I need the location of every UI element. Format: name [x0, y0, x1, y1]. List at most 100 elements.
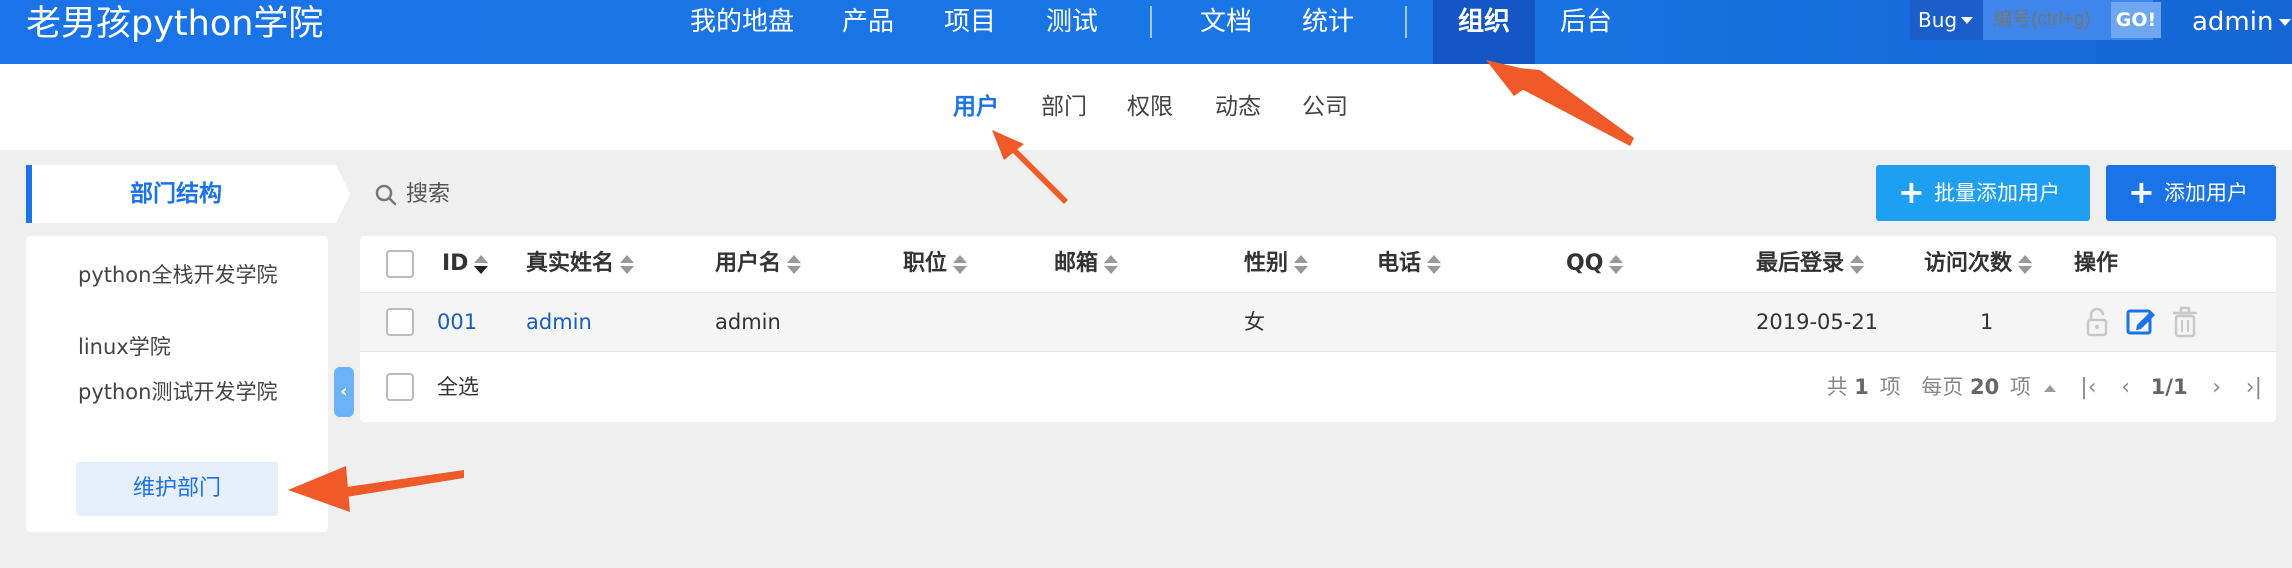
cell-gender: 女	[1244, 310, 1265, 334]
first-page-icon[interactable]: |‹	[2080, 375, 2096, 400]
search-go-button[interactable]: GO!	[2111, 2, 2161, 38]
nav-organization[interactable]: 组织	[1458, 0, 1510, 44]
column-header-label: 职位	[903, 251, 948, 276]
lock-icon[interactable]	[2080, 305, 2114, 339]
pager-per-page-suffix: 项	[2009, 375, 2031, 399]
search-icon	[375, 184, 397, 206]
department-tree: python全栈开发学院 linux学院 python测试开发学院 维护部门	[26, 236, 328, 532]
last-page-icon[interactable]: ›|	[2246, 375, 2262, 400]
subnav-users[interactable]: 用户	[953, 90, 999, 124]
column-header-label: 性别	[1244, 251, 1289, 276]
table-row: 001 admin admin 女 2019-05-21 1	[360, 292, 2276, 352]
list-search-toggle[interactable]: 搜索	[374, 178, 450, 212]
sort-desc-icon	[474, 254, 489, 274]
column-header-position[interactable]: 职位	[903, 236, 968, 292]
search-type-select[interactable]: Bug	[1910, 0, 1983, 40]
pager-total: 1	[1854, 375, 1869, 399]
column-header-visits[interactable]: 访问次数	[1924, 236, 2033, 292]
column-header-email[interactable]: 邮箱	[1054, 236, 1119, 292]
department-item[interactable]: python全栈开发学院	[78, 260, 288, 291]
prev-page-icon[interactable]: ‹	[2121, 375, 2130, 400]
department-item[interactable]: linux学院	[78, 332, 288, 363]
sort-icon	[620, 254, 635, 274]
column-header-label: 访问次数	[1924, 251, 2013, 276]
nav-admin[interactable]: 后台	[1560, 0, 1612, 44]
pager-total-prefix: 共	[1826, 375, 1848, 399]
column-header-last-login[interactable]: 最后登录	[1756, 236, 1865, 292]
department-structure-title: 部门结构	[130, 181, 222, 207]
column-header-realname[interactable]: 真实姓名	[526, 236, 635, 292]
nav-my-dashboard[interactable]: 我的地盘	[690, 0, 794, 44]
row-checkbox[interactable]	[386, 308, 414, 336]
cell-last-login: 2019-05-21	[1756, 310, 1879, 334]
select-all-checkbox[interactable]	[386, 373, 414, 401]
search-type-label: Bug	[1918, 8, 1958, 32]
trash-icon[interactable]	[2168, 305, 2202, 339]
sort-icon	[1104, 254, 1119, 274]
chevron-down-icon	[2279, 19, 2292, 26]
subnav-permissions[interactable]: 权限	[1127, 90, 1173, 124]
cell-realname[interactable]: admin	[526, 293, 592, 351]
column-header-actions: 操作	[2074, 251, 2119, 276]
subnav-company[interactable]: 公司	[1302, 90, 1348, 124]
chevron-down-icon	[1961, 17, 1973, 24]
sort-icon	[2018, 254, 2033, 274]
users-table: ID 真实姓名 用户名 职位 邮箱 性别 电话 QQ 最后登录 访问次数 操作 …	[360, 236, 2276, 422]
nav-separator	[1150, 6, 1152, 38]
pager-per-page[interactable]: 20	[1970, 375, 1999, 399]
nav-project[interactable]: 项目	[944, 0, 996, 44]
department-structure-header: 部门结构	[26, 165, 350, 223]
pager-total-suffix: 项	[1879, 375, 1901, 399]
sort-icon	[1609, 254, 1624, 274]
nav-stats[interactable]: 统计	[1302, 0, 1354, 44]
list-search-label: 搜索	[406, 182, 451, 207]
cell-username: admin	[715, 310, 781, 334]
column-header-label: 用户名	[715, 251, 782, 276]
nav-separator	[1405, 6, 1407, 38]
batch-add-users-button[interactable]: + 批量添加用户	[1876, 165, 2090, 221]
column-header-label: 最后登录	[1756, 251, 1845, 276]
add-user-label: 添加用户	[2164, 181, 2248, 205]
add-user-button[interactable]: + 添加用户	[2106, 165, 2276, 221]
edit-icon[interactable]	[2124, 305, 2158, 339]
sort-icon	[1294, 254, 1309, 274]
maintain-departments-button[interactable]: 维护部门	[76, 462, 278, 516]
column-header-label: 邮箱	[1054, 251, 1099, 276]
column-header-gender[interactable]: 性别	[1244, 236, 1309, 292]
sort-icon	[1427, 254, 1442, 274]
column-header-username[interactable]: 用户名	[715, 236, 802, 292]
nav-test[interactable]: 测试	[1046, 0, 1098, 44]
user-menu[interactable]: admin	[2192, 0, 2292, 44]
subnav-activity[interactable]: 动态	[1215, 90, 1261, 124]
column-header-label: ID	[442, 251, 469, 276]
column-header-phone[interactable]: 电话	[1377, 236, 1442, 292]
column-header-id[interactable]: ID	[442, 236, 489, 292]
column-header-label: 电话	[1377, 251, 1422, 276]
header-arrow	[336, 165, 350, 223]
table-footer: 全选 共 1 项 每页 20 项 |‹ ‹ 1/1 › ›|	[360, 352, 2276, 422]
column-header-label: 真实姓名	[526, 251, 615, 276]
department-item[interactable]: python测试开发学院	[78, 377, 288, 408]
sort-icon	[1850, 254, 1865, 274]
subnav-departments[interactable]: 部门	[1041, 90, 1087, 124]
header-checkbox[interactable]	[386, 250, 414, 278]
column-header-label: QQ	[1566, 251, 1604, 276]
brand-title[interactable]: 老男孩python学院	[26, 2, 323, 46]
nav-docs[interactable]: 文档	[1200, 0, 1252, 44]
nav-product[interactable]: 产品	[842, 0, 894, 44]
annotation-arrow-maintain	[340, 470, 464, 498]
chevron-left-icon: ‹	[340, 381, 348, 402]
cell-visits: 1	[1980, 310, 1994, 334]
collapse-sidebar-handle[interactable]: ‹	[334, 367, 354, 417]
cell-id[interactable]: 001	[437, 293, 477, 351]
plus-icon: +	[2128, 173, 2155, 211]
top-header: 老男孩python学院 我的地盘 产品 项目 测试 文档 统计 组织 后台 Bu…	[0, 0, 2292, 64]
sort-icon	[787, 254, 802, 274]
column-header-qq[interactable]: QQ	[1566, 236, 1624, 292]
sub-navigation: 用户 部门 权限 动态 公司	[0, 64, 2292, 150]
pager: 共 1 项 每页 20 项 |‹ ‹ 1/1 › ›|	[1813, 352, 2262, 423]
batch-add-users-label: 批量添加用户	[1934, 181, 2060, 205]
caret-up-icon[interactable]	[2043, 384, 2056, 392]
select-all-label[interactable]: 全选	[437, 352, 479, 422]
next-page-icon[interactable]: ›	[2212, 375, 2221, 400]
